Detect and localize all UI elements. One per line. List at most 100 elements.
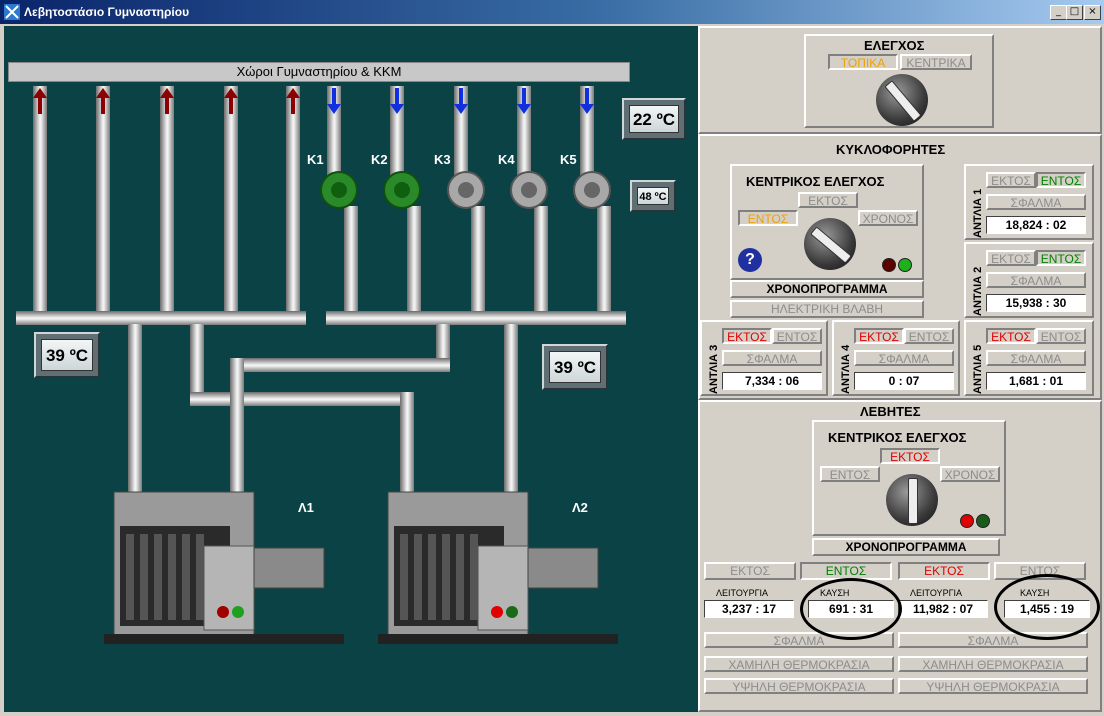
pump-2-fault: ΣΦΑΛΜΑ: [986, 272, 1086, 288]
circ-off-button[interactable]: ΕΚΤΟΣ: [798, 192, 858, 208]
pump-1-box: ΑΝΤΛΙΑ 1 ΕΚΤΟΣ ΕΝΤΟΣ ΣΦΑΛΜΑ 18,824 : 02: [964, 164, 1094, 240]
minimize-button[interactable]: _: [1050, 5, 1067, 20]
supply-arrows: [327, 88, 594, 114]
pump-1-on-button[interactable]: ΕΝΤΟΣ: [1036, 172, 1086, 188]
close-button[interactable]: ×: [1084, 5, 1101, 20]
boiler-2-operation-label: ΛΕΙΤΟΥΡΓΙΑ: [910, 588, 963, 598]
collector-left: [16, 311, 306, 325]
circ-schedule-button[interactable]: ΧΡΟΝΟΠΡΟΓΡΑΜΜΑ: [730, 280, 924, 298]
annotation-circle: [800, 578, 902, 640]
control-box: ΕΛΕΓΧΟΣ ΤΟΠΙΚΑ ΚΕΝΤΡΙΚΑ: [804, 34, 994, 128]
pipe: [230, 358, 450, 372]
pump-3-on-button[interactable]: ΕΝΤΟΣ: [772, 328, 822, 344]
boiler-1-operation-label: ΛΕΙΤΟΥΡΓΙΑ: [716, 588, 769, 598]
pipe: [286, 86, 300, 318]
circ-fault-led: [882, 258, 896, 272]
boiler-1-operation-hours: 3,237 : 17: [704, 600, 794, 618]
boilers-selector-knob[interactable]: [886, 474, 938, 526]
boiler-2-off-button[interactable]: ΕΚΤΟΣ: [898, 562, 990, 580]
mode-selector-knob[interactable]: [876, 74, 928, 126]
pump-2-box: ΑΝΤΛΙΑ 2 ΕΚΤΟΣ ΕΝΤΟΣ ΣΦΑΛΜΑ 15,938 : 30: [964, 242, 1094, 318]
boiler-label-2: Λ2: [572, 500, 588, 515]
pump-2-on-button[interactable]: ΕΝΤΟΣ: [1036, 250, 1086, 266]
pump-5-hours: 1,681 : 01: [986, 372, 1086, 390]
circ-on-button[interactable]: ΕΝΤΟΣ: [738, 210, 798, 226]
pump-4-fault: ΣΦΑΛΜΑ: [854, 350, 954, 366]
collector-right: [326, 311, 626, 325]
pump-4-on-button[interactable]: ΕΝΤΟΣ: [904, 328, 954, 344]
circ-timer-button[interactable]: ΧΡΟΝΟΣ: [858, 210, 918, 226]
pump-5-off-button[interactable]: ΕΚΤΟΣ: [986, 328, 1036, 344]
pump-5-box: ΑΝΤΛΙΑ 5 ΕΚΤΟΣ ΕΝΤΟΣ ΣΦΑΛΜΑ 1,681 : 01: [964, 320, 1094, 396]
temp-display-top: 22 ºC: [622, 98, 686, 140]
boiler-2-low-temp: ΧΑΜΗΛΗ ΘΕΡΜΟΚΡΑΣΙΑ: [898, 656, 1088, 672]
local-button[interactable]: ΤΟΠΙΚΑ: [828, 54, 898, 70]
boiler-1-off-button[interactable]: ΕΚΤΟΣ: [704, 562, 796, 580]
circ-run-led: [898, 258, 912, 272]
boilers-schedule-button[interactable]: ΧΡΟΝΟΠΡΟΓΡΑΜΜΑ: [812, 538, 1000, 556]
pipe: [190, 324, 204, 394]
temp-mid-value: 48 ºC: [637, 187, 669, 205]
boilers-timer-button[interactable]: ΧΡΟΝΟΣ: [940, 466, 1000, 482]
pump-4-hours: 0 : 07: [854, 372, 954, 390]
boiler-2-high-temp: ΥΨΗΛΗ ΘΕΡΜΟΚΡΑΣΙΑ: [898, 678, 1088, 694]
pipe: [128, 324, 142, 494]
pipe: [224, 86, 238, 318]
boilers-fault-led: [960, 514, 974, 528]
pipe: [190, 392, 414, 406]
zone-header-bar: Χώροι Γυμναστηρίου & ΚΚΜ: [8, 62, 630, 82]
pump-4-off-button[interactable]: ΕΚΤΟΣ: [854, 328, 904, 344]
window-title: Λεβητοστάσιο Γυμναστηρίου: [24, 5, 190, 19]
central-button[interactable]: ΚΕΝΤΡΙΚΑ: [900, 54, 972, 70]
electric-fault-indicator: ΗΛΕΚΤΡΙΚΗ ΒΛΑΒΗ: [730, 300, 924, 318]
temp-top-value: 22 ºC: [629, 105, 679, 133]
circulators-title: ΚΥΚΛΟΦΟΡΗΤΕΣ: [836, 142, 946, 157]
pump-1-label: ΑΝΤΛΙΑ 1: [972, 188, 984, 238]
pipe: [230, 358, 244, 494]
control-title: ΕΛΕΓΧΟΣ: [864, 38, 925, 53]
pipe: [400, 392, 414, 492]
pump-3-box: ΑΝΤΛΙΑ 3 ΕΚΤΟΣ ΕΝΤΟΣ ΣΦΑΛΜΑ 7,334 : 06: [700, 320, 828, 396]
circulators-central-title: ΚΕΝΤΡΙΚΟΣ ΕΛΕΓΧΟΣ: [746, 174, 885, 189]
pump-3-hours: 7,334 : 06: [722, 372, 822, 390]
boilers-central-box: ΚΕΝΤΡΙΚΟΣ ΕΛΕΓΧΟΣ ΕΚΤΟΣ ΕΝΤΟΣ ΧΡΟΝΟΣ: [812, 420, 1006, 536]
pump-2-hours: 15,938 : 30: [986, 294, 1086, 312]
boiler-1-low-temp: ΧΑΜΗΛΗ ΘΕΡΜΟΚΡΑΣΙΑ: [704, 656, 894, 672]
pipe: [96, 86, 110, 318]
help-icon[interactable]: ?: [738, 248, 762, 272]
pump-1-hours: 18,824 : 02: [986, 216, 1086, 234]
pump-elbows: [320, 171, 611, 209]
pump-5-on-button[interactable]: ΕΝΤΟΣ: [1036, 328, 1086, 344]
circulators-central-box: ΚΕΝΤΡΙΚΟΣ ΕΛΕΓΧΟΣ ΕΚΤΟΣ ΕΝΤΟΣ ΧΡΟΝΟΣ ?: [730, 164, 924, 280]
boilers-off-button[interactable]: ΕΚΤΟΣ: [880, 448, 940, 464]
maximize-button[interactable]: □: [1066, 5, 1083, 20]
pump-3-fault: ΣΦΑΛΜΑ: [722, 350, 822, 366]
pump-label-k4: Κ4: [498, 152, 515, 167]
circ-selector-knob[interactable]: [804, 218, 856, 270]
pump-label-k1: Κ1: [307, 152, 324, 167]
pump-5-label: ΑΝΤΛΙΑ 5: [972, 344, 984, 394]
pump-4-label: ΑΝΤΛΙΑ 4: [840, 344, 852, 394]
pump-1-off-button[interactable]: ΕΚΤΟΣ: [986, 172, 1036, 188]
pump-3-off-button[interactable]: ΕΚΤΟΣ: [722, 328, 772, 344]
boiler-2-operation-hours: 11,982 : 07: [898, 600, 988, 618]
plant-diagram: Χώροι Γυμναστηρίου & ΚΚΜ Κ1 Κ2 Κ3 Κ4 Κ5 …: [4, 26, 698, 712]
temp-display-left: 39 ºC: [34, 332, 100, 378]
pipe: [504, 324, 518, 494]
pump-4-box: ΑΝΤΛΙΑ 4 ΕΚΤΟΣ ΕΝΤΟΣ ΣΦΑΛΜΑ 0 : 07: [832, 320, 960, 396]
app-icon: [4, 4, 20, 20]
annotation-circle: [994, 574, 1100, 640]
return-arrows: [33, 88, 300, 114]
pump-2-off-button[interactable]: ΕΚΤΟΣ: [986, 250, 1036, 266]
boilers-central-title: ΚΕΝΤΡΙΚΟΣ ΕΛΕΓΧΟΣ: [828, 430, 967, 445]
pump-1-fault: ΣΦΑΛΜΑ: [986, 194, 1086, 210]
boilers-title: ΛΕΒΗΤΕΣ: [860, 404, 921, 419]
pump-label-k5: Κ5: [560, 152, 577, 167]
temp-right-value: 39 ºC: [549, 351, 601, 383]
pump-5-fault: ΣΦΑΛΜΑ: [986, 350, 1086, 366]
boilers-on-button[interactable]: ΕΝΤΟΣ: [820, 466, 880, 482]
pump-label-k2: Κ2: [371, 152, 388, 167]
pipe: [160, 86, 174, 318]
title-bar: Λεβητοστάσιο Γυμναστηρίου _ □ ×: [0, 0, 1104, 24]
boiler-1-high-temp: ΥΨΗΛΗ ΘΕΡΜΟΚΡΑΣΙΑ: [704, 678, 894, 694]
